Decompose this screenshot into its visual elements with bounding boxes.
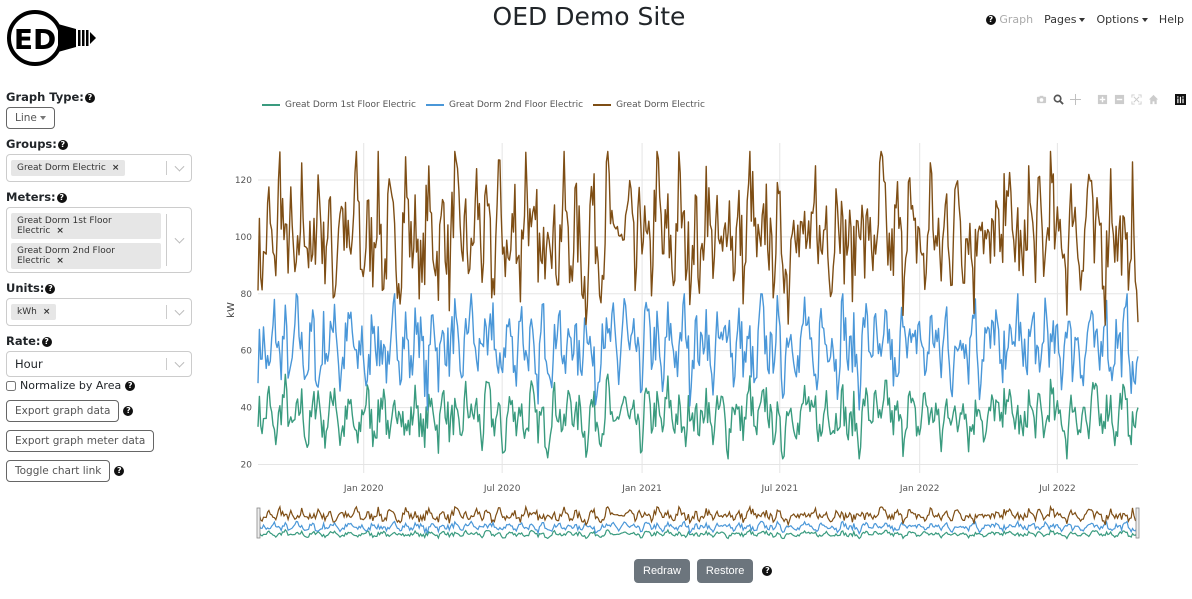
y-axis-ticks: 20 40 60 80 100 120 bbox=[235, 176, 252, 470]
unit-chip: kWh × bbox=[11, 304, 57, 320]
x-tick-label: Jul 2020 bbox=[483, 484, 521, 494]
nav-options-label: Options bbox=[1096, 13, 1139, 26]
chevron-down-icon[interactable] bbox=[174, 161, 185, 172]
groups-label: Groups:? bbox=[6, 137, 192, 151]
range-slider-handle-left[interactable] bbox=[256, 507, 261, 539]
export-graph-meter-data-button[interactable]: Export graph meter data bbox=[6, 430, 155, 452]
graph-type-value: Line bbox=[15, 112, 37, 124]
remove-chip-icon[interactable]: × bbox=[56, 226, 64, 236]
group-chip: Great Dorm Electric × bbox=[11, 160, 126, 176]
units-select[interactable]: kWh × bbox=[6, 298, 192, 326]
meter-chip: Great Dorm 1st Floor Electric × bbox=[11, 213, 161, 239]
x-tick-label: Jan 2022 bbox=[899, 484, 940, 494]
top-nav: ? Graph Pages Options Help bbox=[985, 13, 1184, 26]
caret-down-icon bbox=[1079, 18, 1086, 22]
remove-chip-icon[interactable]: × bbox=[56, 256, 64, 266]
select-separator bbox=[166, 214, 167, 266]
help-icon[interactable]: ? bbox=[45, 283, 56, 294]
y-tick-label: 20 bbox=[241, 460, 253, 470]
meters-group: Meters:? Great Dorm 1st Floor Electric × … bbox=[6, 190, 192, 273]
export-meter-row: Export graph meter data bbox=[6, 430, 192, 452]
select-separator bbox=[166, 358, 167, 370]
meter-chip: Great Dorm 2nd Floor Electric × bbox=[11, 243, 161, 269]
help-icon[interactable]: ? bbox=[985, 15, 996, 25]
help-icon[interactable]: ? bbox=[41, 336, 52, 347]
nav-options[interactable]: Options bbox=[1096, 13, 1148, 26]
series-line-1 bbox=[257, 373, 1139, 460]
y-tick-label: 100 bbox=[235, 233, 252, 243]
groups-group: Groups:? Great Dorm Electric × bbox=[6, 137, 192, 182]
series-line-2 bbox=[257, 293, 1139, 411]
help-icon[interactable]: ? bbox=[114, 466, 125, 476]
graph-type-group: Graph Type:? Line bbox=[6, 90, 192, 129]
x-axis-ticks: Jan 2020 Jul 2020 Jan 2021 Jul 2021 Jan 2022… bbox=[343, 484, 1076, 494]
meters-label: Meters:? bbox=[6, 190, 192, 204]
nav-graph[interactable]: ? Graph bbox=[985, 13, 1034, 26]
x-tick-label: Jul 2021 bbox=[760, 484, 798, 494]
redraw-button[interactable]: Redraw bbox=[634, 559, 690, 583]
plot-area[interactable]: 20406080100120 Jan 2020 Jul 2020 Jan 2021 J… bbox=[210, 88, 1192, 558]
groups-select[interactable]: Great Dorm Electric × bbox=[6, 154, 192, 182]
normalize-checkbox[interactable] bbox=[6, 380, 16, 391]
y-axis-label: kW bbox=[226, 302, 237, 318]
line-chart: Great Dorm 1st Floor Electric Great Dorm… bbox=[210, 88, 1192, 558]
x-tick-label: Jan 2021 bbox=[621, 484, 662, 494]
meters-select[interactable]: Great Dorm 1st Floor Electric × Great Dor… bbox=[6, 207, 192, 273]
help-icon[interactable]: ? bbox=[57, 139, 68, 150]
chevron-down-icon[interactable] bbox=[174, 357, 185, 368]
series-lines bbox=[257, 150, 1139, 460]
rate-value: Hour bbox=[15, 357, 43, 371]
remove-chip-icon[interactable]: × bbox=[112, 163, 120, 173]
y-tick-label: 80 bbox=[241, 290, 253, 300]
sidebar: Graph Type:? Line Groups:? Great Dorm El… bbox=[6, 90, 192, 482]
caret-down-icon bbox=[1141, 18, 1148, 22]
help-icon[interactable]: ? bbox=[125, 380, 136, 391]
range-slider-handle-right[interactable] bbox=[1135, 507, 1140, 539]
normalize-row: Normalize by Area? bbox=[6, 379, 192, 392]
y-tick-label: 40 bbox=[241, 404, 253, 414]
rate-select[interactable]: Hour bbox=[6, 351, 192, 377]
range-slider bbox=[256, 504, 1140, 540]
help-icon[interactable]: ? bbox=[56, 192, 67, 203]
series-line-3 bbox=[257, 150, 1139, 326]
nav-help[interactable]: Help bbox=[1159, 13, 1184, 26]
x-tick-label: Jan 2020 bbox=[343, 484, 384, 494]
remove-chip-icon[interactable]: × bbox=[43, 307, 51, 317]
graph-type-label: Graph Type:? bbox=[6, 90, 192, 104]
chevron-down-icon[interactable] bbox=[174, 233, 185, 244]
chevron-down-icon[interactable] bbox=[174, 305, 185, 316]
export-graph-data-button[interactable]: Export graph data bbox=[6, 400, 120, 422]
units-group: Units:? kWh × bbox=[6, 281, 192, 326]
help-icon[interactable]: ? bbox=[123, 406, 134, 416]
select-separator bbox=[166, 161, 167, 175]
nav-graph-label: Graph bbox=[999, 13, 1034, 26]
x-tick-label: Jul 2022 bbox=[1038, 484, 1076, 494]
rate-group: Rate:? Hour bbox=[6, 334, 192, 377]
rate-label: Rate:? bbox=[6, 334, 192, 348]
nav-pages-label: Pages bbox=[1044, 13, 1077, 26]
export-graph-row: Export graph data ? bbox=[6, 400, 192, 422]
caret-down-icon bbox=[39, 116, 46, 120]
nav-pages[interactable]: Pages bbox=[1044, 13, 1086, 26]
toggle-link-row: Toggle chart link ? bbox=[6, 460, 192, 482]
normalize-label: Normalize by Area bbox=[20, 379, 122, 392]
toggle-chart-link-button[interactable]: Toggle chart link bbox=[6, 460, 111, 482]
help-icon[interactable]: ? bbox=[84, 92, 95, 103]
y-tick-label: 60 bbox=[241, 347, 253, 357]
help-icon[interactable]: ? bbox=[762, 566, 773, 576]
units-label: Units:? bbox=[6, 281, 192, 295]
restore-button[interactable]: Restore bbox=[696, 559, 754, 583]
chart-controls: Redraw Restore ? bbox=[634, 559, 773, 583]
select-separator bbox=[166, 305, 167, 319]
y-tick-label: 120 bbox=[235, 176, 252, 186]
graph-type-dropdown[interactable]: Line bbox=[6, 107, 55, 129]
